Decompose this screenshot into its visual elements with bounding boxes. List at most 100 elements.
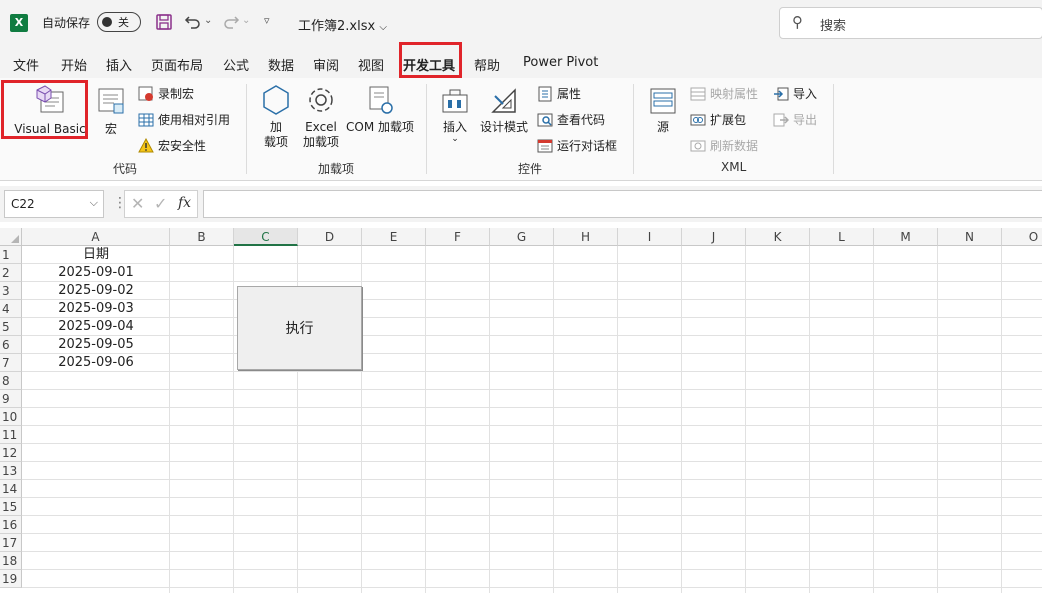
tab-help[interactable]: 帮助 — [474, 55, 500, 74]
undo-dropdown-icon[interactable]: ⌄ — [204, 15, 212, 26]
excel-addins-button[interactable]: Excel 加载项 — [299, 84, 343, 150]
row-header-2[interactable]: 2 — [0, 264, 22, 282]
design-mode-label: 设计模式 — [479, 120, 528, 134]
excel-addins-label-line1: Excel — [305, 120, 337, 134]
cell-a3[interactable]: 2025-09-02 — [22, 282, 170, 300]
row-header-13[interactable]: 13 — [0, 462, 22, 480]
tab-data[interactable]: 数据 — [268, 55, 294, 74]
column-header-n[interactable]: N — [938, 228, 1002, 246]
column-header-a[interactable]: A — [22, 228, 170, 246]
cancel-icon[interactable]: ✕ — [131, 194, 144, 213]
column-header-k[interactable]: K — [746, 228, 810, 246]
insert-function-icon[interactable]: fx — [178, 195, 191, 211]
autosave-toggle[interactable]: 关 — [97, 12, 141, 32]
row-header-1[interactable]: 1 — [0, 246, 22, 264]
tab-page-layout[interactable]: 页面布局 — [151, 55, 203, 74]
row-header-14[interactable]: 14 — [0, 480, 22, 498]
confirm-icon[interactable]: ✓ — [154, 194, 167, 213]
worksheet-grid[interactable]: A B C D E F G H I J K L M N O 1 2 3 4 5 6 7 8 9 10 11 12 13 14 15 16 17… — [0, 228, 1042, 593]
com-addins-button[interactable]: COM 加载项 — [344, 84, 416, 135]
search-box[interactable]: ⚲ 搜索 — [779, 7, 1042, 39]
row-header-4[interactable]: 4 — [0, 300, 22, 318]
row-header-18[interactable]: 18 — [0, 552, 22, 570]
row-header-3[interactable]: 3 — [0, 282, 22, 300]
macros-button[interactable]: 宏 — [94, 86, 128, 137]
xml-import-button[interactable]: 导入 — [773, 85, 817, 102]
column-header-d[interactable]: D — [298, 228, 362, 246]
column-header-j[interactable]: J — [682, 228, 746, 246]
record-macro-label: 录制宏 — [158, 87, 195, 101]
refresh-data-label: 刷新数据 — [710, 139, 759, 153]
gridline — [22, 299, 1042, 300]
redo-icon[interactable] — [222, 13, 240, 34]
column-header-h[interactable]: H — [554, 228, 618, 246]
xml-export-button[interactable]: 导出 — [773, 111, 817, 128]
row-header-8[interactable]: 8 — [0, 372, 22, 390]
row-header-7[interactable]: 7 — [0, 354, 22, 372]
row-header-10[interactable]: 10 — [0, 408, 22, 426]
autosave-label: 自动保存 — [42, 16, 91, 30]
record-macro-button[interactable]: 录制宏 — [138, 85, 194, 102]
xml-export-label: 导出 — [793, 113, 818, 127]
row-header-5[interactable]: 5 — [0, 318, 22, 336]
tab-formulas[interactable]: 公式 — [223, 55, 249, 74]
undo-icon[interactable] — [184, 13, 202, 34]
tab-power-pivot[interactable]: Power Pivot — [523, 55, 598, 70]
column-header-m[interactable]: M — [874, 228, 938, 246]
row-header-6[interactable]: 6 — [0, 336, 22, 354]
map-properties-button[interactable]: 映射属性 — [690, 85, 758, 102]
refresh-data-button[interactable]: 刷新数据 — [690, 137, 758, 154]
tab-file[interactable]: 文件 — [13, 55, 39, 74]
row-header-19[interactable]: 19 — [0, 570, 22, 588]
properties-button[interactable]: 属性 — [537, 85, 581, 102]
chevron-down-icon: ⌄ — [451, 134, 459, 144]
save-icon[interactable] — [155, 13, 173, 34]
insert-control-button[interactable]: 插入 ⌄ — [438, 86, 472, 144]
tab-home[interactable]: 开始 — [61, 55, 87, 74]
xml-source-button[interactable]: 源 — [646, 86, 680, 135]
addins-button[interactable]: 加 载项 — [258, 84, 294, 150]
xml-import-label: 导入 — [793, 87, 818, 101]
gridline — [22, 551, 1042, 552]
execute-button[interactable]: 执行 — [237, 286, 362, 370]
column-header-l[interactable]: L — [810, 228, 874, 246]
cell-a6[interactable]: 2025-09-05 — [22, 336, 170, 354]
row-header-12[interactable]: 12 — [0, 444, 22, 462]
expansion-packs-button[interactable]: 扩展包 — [690, 111, 746, 128]
cell-a4[interactable]: 2025-09-03 — [22, 300, 170, 318]
column-header-o[interactable]: O — [1002, 228, 1042, 246]
row-header-15[interactable]: 15 — [0, 498, 22, 516]
use-relative-references-button[interactable]: 使用相对引用 — [138, 111, 230, 128]
design-mode-button[interactable]: 设计模式 — [478, 86, 530, 135]
row-header-16[interactable]: 16 — [0, 516, 22, 534]
cell-a5[interactable]: 2025-09-04 — [22, 318, 170, 336]
customize-toolbar-icon[interactable]: ▿ — [264, 14, 270, 27]
name-box[interactable]: C22 ⌵ — [4, 190, 104, 218]
run-dialog-button[interactable]: 运行对话框 — [537, 137, 617, 154]
gridline — [22, 407, 1042, 408]
cell-a7[interactable]: 2025-09-06 — [22, 354, 170, 372]
xml-source-icon — [650, 88, 676, 114]
view-code-button[interactable]: 查看代码 — [537, 111, 605, 128]
column-header-f[interactable]: F — [426, 228, 490, 246]
formula-input[interactable] — [203, 190, 1042, 218]
column-header-g[interactable]: G — [490, 228, 554, 246]
row-header-9[interactable]: 9 — [0, 390, 22, 408]
tab-view[interactable]: 视图 — [358, 55, 384, 74]
tab-insert[interactable]: 插入 — [106, 55, 132, 74]
cell-a1[interactable]: 日期 — [22, 246, 170, 264]
column-header-c[interactable]: C — [234, 228, 298, 246]
row-header-11[interactable]: 11 — [0, 426, 22, 444]
formula-bar: C22 ⌵ ⋮ ✕ ✓ fx — [0, 186, 1042, 222]
select-all-corner[interactable] — [0, 228, 22, 246]
row-header-17[interactable]: 17 — [0, 534, 22, 552]
column-header-b[interactable]: B — [170, 228, 234, 246]
workbook-filename[interactable]: 工作簿2.xlsx ⌵ — [298, 15, 387, 34]
macro-security-button[interactable]: 宏安全性 — [138, 137, 206, 154]
column-header-e[interactable]: E — [362, 228, 426, 246]
column-header-i[interactable]: I — [618, 228, 682, 246]
redo-dropdown-icon[interactable]: ⌄ — [242, 15, 250, 26]
use-relative-references-label: 使用相对引用 — [158, 113, 231, 127]
cell-a2[interactable]: 2025-09-01 — [22, 264, 170, 282]
tab-review[interactable]: 审阅 — [313, 55, 339, 74]
